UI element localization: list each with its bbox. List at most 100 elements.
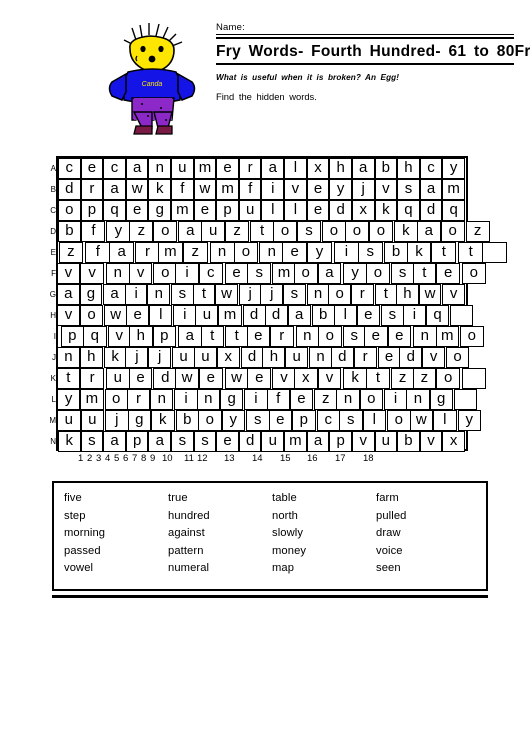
grid-cell[interactable]: l <box>433 410 457 431</box>
grid-cell[interactable]: i <box>383 389 408 410</box>
grid-cell[interactable]: e <box>436 263 460 284</box>
grid-cell[interactable]: p <box>80 200 104 221</box>
grid-cell[interactable]: m <box>216 179 239 200</box>
grid-cell[interactable]: w <box>224 368 249 389</box>
grid-cell[interactable]: w <box>175 368 199 389</box>
grid-cell[interactable]: e <box>128 368 153 389</box>
grid-cell[interactable]: n <box>57 347 80 368</box>
grid-cell[interactable]: z <box>465 221 490 242</box>
grid-cell[interactable]: o <box>58 200 81 221</box>
grid-cell[interactable]: m <box>80 389 104 410</box>
word-list-item[interactable]: pattern <box>168 543 272 561</box>
grid-cell[interactable]: o <box>233 242 259 263</box>
grid-cell[interactable]: d <box>58 179 81 200</box>
grid-cell[interactable]: q <box>442 200 465 221</box>
grid-cell[interactable]: z <box>129 221 154 242</box>
grid-cell[interactable]: p <box>60 326 84 347</box>
grid-cell[interactable]: y <box>307 242 332 263</box>
word-list-item[interactable]: draw <box>376 525 480 543</box>
grid-cell[interactable]: e <box>387 326 411 347</box>
grid-cell[interactable]: h <box>129 326 153 347</box>
grid-cell[interactable]: a <box>419 179 443 200</box>
grid-cell[interactable]: g <box>429 389 453 410</box>
grid-cell[interactable]: i <box>333 242 359 263</box>
grid-cell[interactable]: s <box>342 326 366 347</box>
grid-cell[interactable]: i <box>173 305 197 326</box>
grid-cell[interactable]: b <box>57 221 82 242</box>
grid-cell[interactable]: g <box>79 284 103 305</box>
grid-cell[interactable]: v <box>272 368 296 389</box>
grid-cell[interactable]: p <box>125 431 149 452</box>
grid-cell[interactable]: o <box>273 221 298 242</box>
grid-cell[interactable]: o <box>366 263 390 284</box>
grid-cell[interactable]: e <box>282 242 308 263</box>
grid-cell[interactable]: p <box>152 326 176 347</box>
word-list-item[interactable]: pulled <box>376 508 480 526</box>
grid-cell[interactable] <box>450 305 474 326</box>
word-list-item[interactable]: against <box>168 525 272 543</box>
grid-cell[interactable]: s <box>193 431 217 452</box>
grid-cell[interactable]: x <box>293 368 318 389</box>
grid-cell[interactable]: t <box>431 242 457 263</box>
grid-cell[interactable]: v <box>422 347 446 368</box>
grid-cell[interactable]: o <box>446 347 469 368</box>
grid-cell[interactable]: c <box>419 158 443 179</box>
grid-cell[interactable]: n <box>150 389 174 410</box>
grid-cell[interactable]: v <box>284 179 307 200</box>
grid-cell[interactable]: s <box>380 305 404 326</box>
grid-cell[interactable]: c <box>103 158 126 179</box>
grid-cell[interactable]: j <box>351 179 375 200</box>
grid-cell[interactable]: y <box>442 158 465 179</box>
grid-cell[interactable]: e <box>306 179 330 200</box>
grid-cell[interactable]: m <box>157 242 183 263</box>
grid-cell[interactable]: h <box>397 158 420 179</box>
grid-cell[interactable]: q <box>103 200 126 221</box>
grid-cell[interactable]: b <box>175 410 199 431</box>
grid-cell[interactable]: k <box>151 410 175 431</box>
grid-cell[interactable]: c <box>316 410 340 431</box>
grid-cell[interactable]: m <box>435 326 459 347</box>
grid-cell[interactable]: j <box>148 347 172 368</box>
grid-cell[interactable]: a <box>178 221 203 242</box>
grid-cell[interactable]: t <box>458 242 484 263</box>
grid-cell[interactable]: x <box>351 200 375 221</box>
grid-cell[interactable]: i <box>261 179 285 200</box>
grid-cell[interactable]: i <box>175 263 199 284</box>
grid-cell[interactable]: k <box>148 179 172 200</box>
grid-cell[interactable]: b <box>311 305 335 326</box>
grid-cell[interactable]: n <box>259 242 285 263</box>
word-list-item[interactable]: morning <box>64 525 168 543</box>
grid-cell[interactable]: o <box>153 263 178 284</box>
grid-cell[interactable]: a <box>178 326 202 347</box>
grid-cell[interactable]: o <box>198 410 222 431</box>
grid-cell[interactable]: o <box>321 221 346 242</box>
grid-cell[interactable]: m <box>442 179 465 200</box>
word-list-item[interactable]: north <box>272 508 376 526</box>
grid-cell[interactable] <box>482 242 507 263</box>
grid-cell[interactable]: k <box>58 431 81 452</box>
grid-cell[interactable]: u <box>261 431 285 452</box>
grid-cell[interactable]: b <box>374 158 398 179</box>
grid-cell[interactable]: h <box>396 284 419 305</box>
grid-cell[interactable]: q <box>397 200 420 221</box>
grid-cell[interactable]: q <box>426 305 450 326</box>
grid-cell[interactable]: d <box>238 431 262 452</box>
grid-cell[interactable]: j <box>260 284 284 305</box>
grid-cell[interactable]: e <box>364 326 388 347</box>
grid-cell[interactable]: j <box>238 284 262 305</box>
word-list-item[interactable]: hundred <box>168 508 272 526</box>
grid-cell[interactable]: m <box>193 158 217 179</box>
grid-cell[interactable]: z <box>412 368 437 389</box>
grid-cell[interactable]: x <box>442 431 465 452</box>
grid-cell[interactable]: o <box>80 305 104 326</box>
grid-cell[interactable]: k <box>406 242 432 263</box>
grid-cell[interactable]: o <box>460 326 484 347</box>
grid-cell[interactable]: d <box>330 347 354 368</box>
word-list-item[interactable]: vowel <box>64 560 168 578</box>
grid-cell[interactable]: n <box>336 389 360 410</box>
grid-cell[interactable]: e <box>80 158 104 179</box>
grid-cell[interactable]: e <box>306 200 330 221</box>
grid-cell[interactable]: s <box>246 410 270 431</box>
grid-cell[interactable]: t <box>200 326 224 347</box>
grid-cell[interactable]: t <box>225 326 249 347</box>
